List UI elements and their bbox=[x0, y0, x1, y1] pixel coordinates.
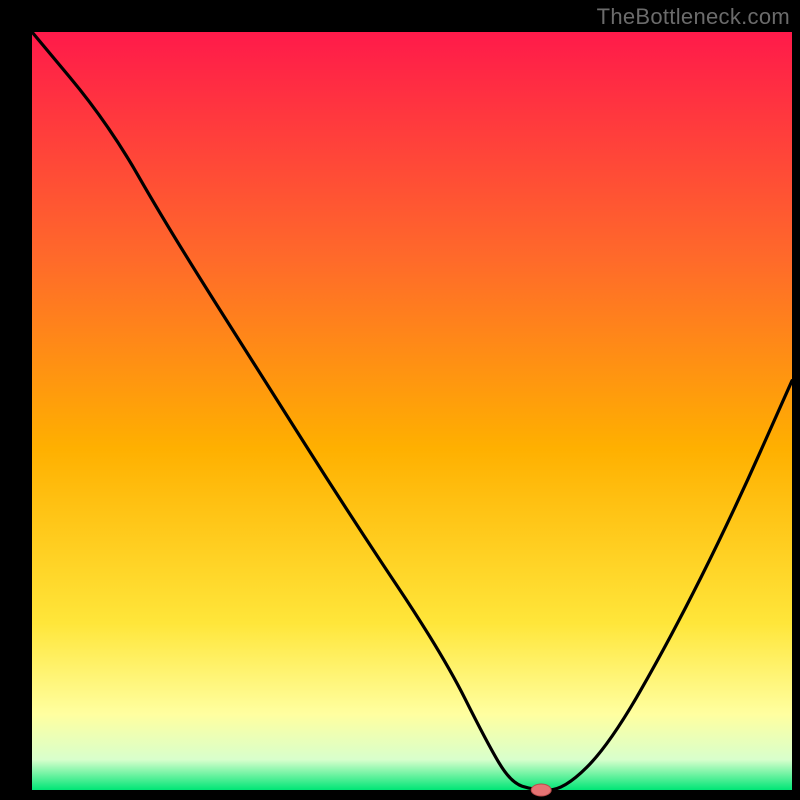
watermark-text: TheBottleneck.com bbox=[597, 4, 790, 30]
optimal-point-marker bbox=[531, 784, 551, 796]
chart-container: TheBottleneck.com bbox=[0, 0, 800, 800]
bottleneck-chart bbox=[0, 0, 800, 800]
plot-background bbox=[32, 32, 792, 790]
